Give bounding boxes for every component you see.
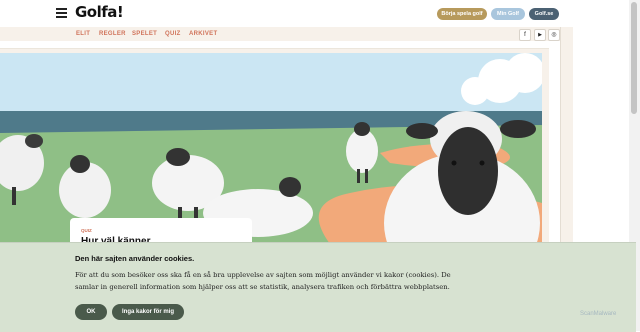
cookie-banner-text: För att du som besöker oss ska få en så … bbox=[75, 269, 475, 293]
my-golf-button[interactable]: Min Golf bbox=[491, 8, 525, 20]
cookie-decline-button[interactable]: Inga kakor för mig bbox=[112, 304, 184, 320]
sheep-illustration bbox=[0, 53, 542, 244]
youtube-icon[interactable]: ▶ bbox=[534, 29, 546, 41]
cookie-text-line: För att du som besöker oss ska få en så … bbox=[75, 271, 451, 279]
cookie-banner-title: Den här sajten använder cookies. bbox=[75, 254, 195, 263]
scrollbar-thumb[interactable] bbox=[631, 2, 637, 114]
nav-link-elit[interactable]: ELIT bbox=[76, 31, 90, 37]
nav-link-arkivet[interactable]: ARKIVET bbox=[189, 31, 217, 37]
scanmalware-watermark: ScanMalware bbox=[580, 311, 617, 317]
site-logo[interactable]: Golfa! bbox=[75, 3, 124, 21]
cookie-accept-button[interactable]: OK bbox=[75, 304, 107, 320]
nav-link-spelet[interactable]: SPELET bbox=[132, 31, 157, 37]
facebook-icon[interactable]: f bbox=[519, 29, 531, 41]
instagram-icon[interactable]: ◎ bbox=[548, 29, 560, 41]
cookie-text-line: samlar in generell information som hjälp… bbox=[75, 283, 450, 291]
article-card-category: QUIZ bbox=[81, 228, 92, 233]
nav-link-regler[interactable]: REGLER bbox=[99, 31, 126, 37]
start-golf-button[interactable]: Börja spela golf bbox=[437, 8, 487, 20]
hero-illustration bbox=[0, 48, 549, 244]
nav-link-quiz[interactable]: QUIZ bbox=[165, 31, 181, 37]
golf-se-button[interactable]: Golf.se bbox=[529, 8, 559, 20]
hamburger-menu-icon[interactable] bbox=[56, 8, 67, 18]
